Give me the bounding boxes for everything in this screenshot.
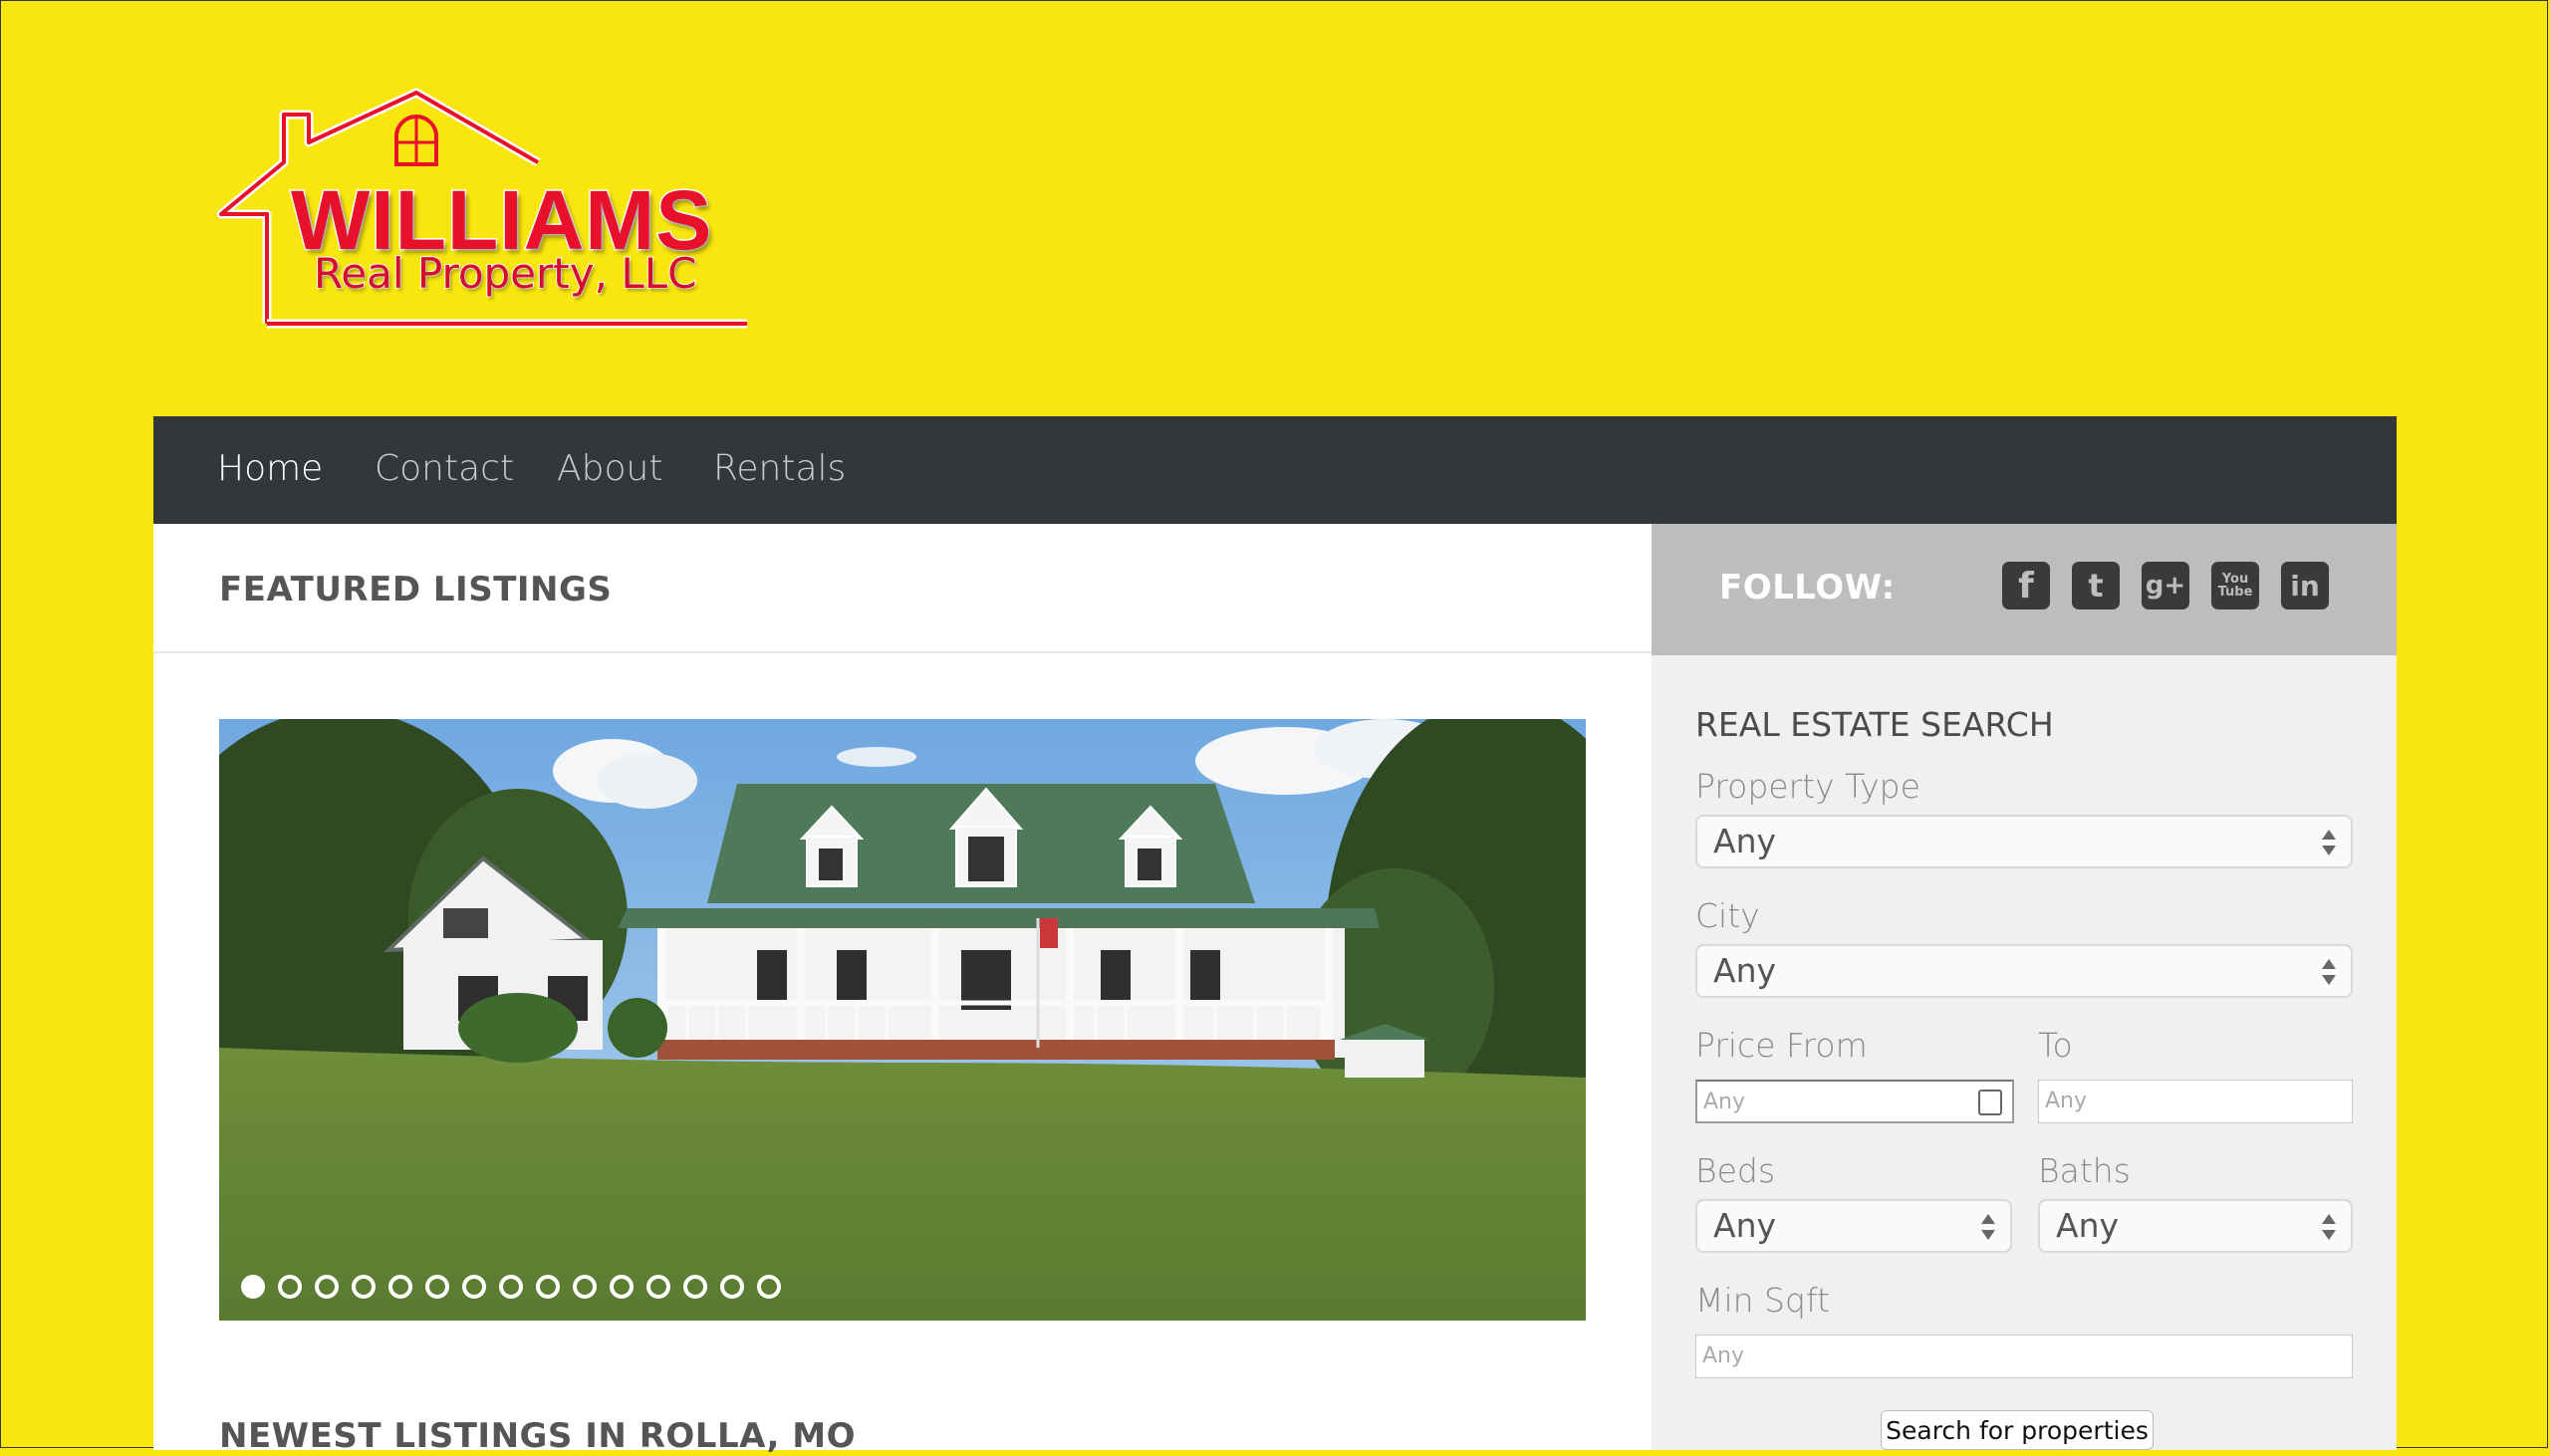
property-type-select[interactable]: Any bbox=[1695, 815, 2353, 868]
twitter-icon[interactable]: t bbox=[2072, 562, 2120, 609]
google-plus-icon[interactable]: g+ bbox=[2142, 562, 2189, 609]
slider-dot[interactable] bbox=[315, 1275, 339, 1299]
search-button[interactable]: Search for properties bbox=[1881, 1410, 2154, 1450]
contact-card-icon[interactable] bbox=[1978, 1090, 2002, 1115]
house-photo bbox=[219, 719, 1586, 1321]
beds-value: Any bbox=[1713, 1206, 1777, 1245]
youtube-icon[interactable]: You Tube bbox=[2211, 562, 2259, 609]
nav-home[interactable]: Home bbox=[217, 448, 323, 489]
newest-listings-heading: NEWEST LISTINGS IN ROLLA, MO bbox=[219, 1416, 857, 1456]
select-arrows-icon bbox=[2322, 1214, 2336, 1240]
sidebar: FOLLOW: f t g+ You Tube in REAL ESTATE S… bbox=[1652, 524, 2397, 1450]
slider-dot[interactable] bbox=[720, 1275, 744, 1299]
slider-dot[interactable] bbox=[278, 1275, 302, 1299]
slider-dot[interactable] bbox=[241, 1275, 265, 1299]
slider-dot[interactable] bbox=[573, 1275, 597, 1299]
city-label: City bbox=[1695, 896, 1760, 935]
slider-dot[interactable] bbox=[425, 1275, 449, 1299]
featured-slider[interactable] bbox=[219, 719, 1586, 1321]
slider-dots bbox=[241, 1275, 781, 1299]
price-to-label: To bbox=[2038, 1026, 2073, 1065]
slider-dot[interactable] bbox=[610, 1275, 634, 1299]
main-nav: Home Contact About Rentals bbox=[153, 416, 2397, 524]
select-arrows-icon bbox=[2322, 959, 2336, 985]
nav-about[interactable]: About bbox=[557, 448, 662, 489]
property-type-value: Any bbox=[1713, 822, 1777, 860]
select-arrows-icon bbox=[2322, 830, 2336, 855]
beds-select[interactable]: Any bbox=[1695, 1199, 2012, 1253]
slider-dot[interactable] bbox=[462, 1275, 486, 1299]
section-divider bbox=[153, 651, 1652, 653]
price-to-placeholder: Any bbox=[2045, 1089, 2088, 1113]
linkedin-icon[interactable]: in bbox=[2281, 562, 2329, 609]
beds-label: Beds bbox=[1695, 1151, 1776, 1190]
city-value: Any bbox=[1713, 951, 1777, 990]
facebook-icon[interactable]: f bbox=[2002, 562, 2050, 609]
baths-value: Any bbox=[2056, 1206, 2120, 1245]
min-sqft-placeholder: Any bbox=[1702, 1343, 1745, 1368]
follow-label: FOLLOW: bbox=[1719, 568, 1896, 607]
main-container: Home Contact About Rentals FEATURED LIST… bbox=[153, 416, 2397, 1456]
price-from-input[interactable]: Any bbox=[1695, 1080, 2014, 1123]
min-sqft-input[interactable]: Any bbox=[1695, 1335, 2353, 1378]
main-column: FEATURED LISTINGS NEWEST LISTINGS IN ROL… bbox=[153, 524, 1652, 1456]
price-to-input[interactable]: Any bbox=[2038, 1080, 2353, 1123]
featured-listings-heading: FEATURED LISTINGS bbox=[219, 570, 613, 609]
city-select[interactable]: Any bbox=[1695, 944, 2353, 998]
slider-dot[interactable] bbox=[352, 1275, 376, 1299]
slider-dot[interactable] bbox=[499, 1275, 523, 1299]
slider-dot[interactable] bbox=[646, 1275, 670, 1299]
slider-dot[interactable] bbox=[757, 1275, 781, 1299]
slider-dot[interactable] bbox=[388, 1275, 412, 1299]
baths-select[interactable]: Any bbox=[2038, 1199, 2353, 1253]
logo-subtitle: Real Property, LLC bbox=[313, 248, 697, 299]
slider-dot[interactable] bbox=[536, 1275, 560, 1299]
select-arrows-icon bbox=[1981, 1214, 1995, 1240]
nav-contact[interactable]: Contact bbox=[375, 448, 514, 489]
search-title: REAL ESTATE SEARCH bbox=[1695, 705, 2054, 744]
price-from-label: Price From bbox=[1695, 1026, 1868, 1065]
baths-label: Baths bbox=[2038, 1151, 2131, 1190]
follow-bar: FOLLOW: f t g+ You Tube in bbox=[1652, 524, 2397, 655]
slider-dot[interactable] bbox=[683, 1275, 707, 1299]
nav-rentals[interactable]: Rentals bbox=[713, 448, 846, 489]
price-from-placeholder: Any bbox=[1703, 1090, 1746, 1114]
site-logo[interactable]: WILLIAMS Real Property, LLC bbox=[209, 85, 767, 334]
min-sqft-label: Min Sqft bbox=[1695, 1281, 1830, 1320]
property-type-label: Property Type bbox=[1695, 767, 1920, 806]
